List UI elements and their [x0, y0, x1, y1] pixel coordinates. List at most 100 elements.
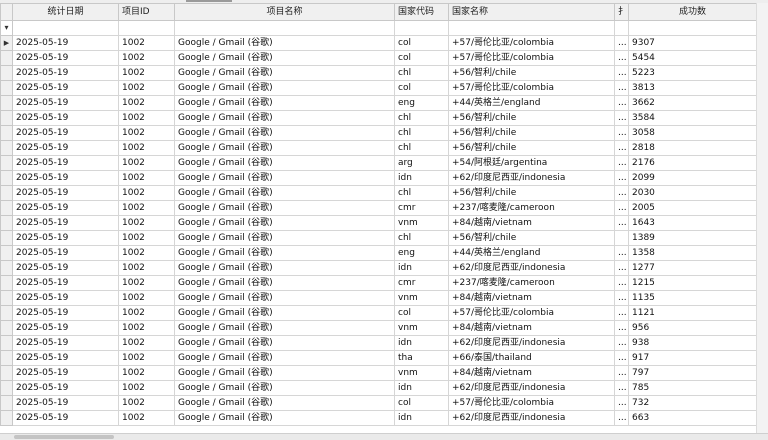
current-row-arrow-icon[interactable]: ▶: [0, 35, 13, 51]
row-indicator[interactable]: [0, 380, 13, 396]
cell-country-name[interactable]: +62/印度尼西亚/indonesia: [448, 335, 615, 351]
table-row[interactable]: 2025-05-19 1002 Google / Gmail (谷歌) chl +56/…: [0, 185, 757, 201]
cell-date[interactable]: 2025-05-19: [12, 200, 119, 216]
row-indicator[interactable]: [0, 260, 13, 276]
row-indicator[interactable]: [0, 410, 13, 426]
filter-cell-project-name[interactable]: [174, 20, 395, 36]
row-indicator[interactable]: [0, 230, 13, 246]
cell-country-code[interactable]: vnm: [394, 215, 449, 231]
table-row[interactable]: 2025-05-19 1002 Google / Gmail (谷歌) col +57/…: [0, 395, 757, 411]
cell-project-id[interactable]: 1002: [118, 95, 175, 111]
row-indicator[interactable]: [0, 125, 13, 141]
cell-project-name[interactable]: Google / Gmail (谷歌): [174, 125, 395, 141]
cell-project-name[interactable]: Google / Gmail (谷歌): [174, 155, 395, 171]
cell-country-name[interactable]: +57/哥伦比亚/colombia: [448, 395, 615, 411]
column-header-success-count[interactable]: 成功数: [628, 3, 757, 21]
cell-success-count[interactable]: 663: [628, 410, 757, 426]
table-row[interactable]: 2025-05-19 1002 Google / Gmail (谷歌) chl +56/…: [0, 65, 757, 81]
cell-country-code[interactable]: arg: [394, 155, 449, 171]
table-row[interactable]: 2025-05-19 1002 Google / Gmail (谷歌) cmr +237…: [0, 200, 757, 216]
cell-country-name[interactable]: +84/越南/vietnam: [448, 215, 615, 231]
filter-cell-country-name[interactable]: [448, 20, 615, 36]
cell-project-name[interactable]: Google / Gmail (谷歌): [174, 290, 395, 306]
cell-project-name[interactable]: Google / Gmail (谷歌): [174, 65, 395, 81]
row-indicator[interactable]: [0, 275, 13, 291]
row-indicator[interactable]: [0, 290, 13, 306]
row-indicator[interactable]: [0, 335, 13, 351]
cell-date[interactable]: 2025-05-19: [12, 320, 119, 336]
cell-success-count[interactable]: 956: [628, 320, 757, 336]
cell-country-name[interactable]: +62/印度尼西亚/indonesia: [448, 380, 615, 396]
cell-extra[interactable]: ...: [614, 305, 629, 321]
table-row[interactable]: 2025-05-19 1002 Google / Gmail (谷歌) idn +62/…: [0, 260, 757, 276]
cell-project-id[interactable]: 1002: [118, 410, 175, 426]
cell-country-name[interactable]: +84/越南/vietnam: [448, 290, 615, 306]
cell-extra[interactable]: ...: [614, 215, 629, 231]
cell-project-id[interactable]: 1002: [118, 230, 175, 246]
cell-project-id[interactable]: 1002: [118, 215, 175, 231]
row-indicator[interactable]: [0, 215, 13, 231]
cell-project-id[interactable]: 1002: [118, 125, 175, 141]
cell-project-id[interactable]: 1002: [118, 140, 175, 156]
cell-project-name[interactable]: Google / Gmail (谷歌): [174, 50, 395, 66]
cell-project-id[interactable]: 1002: [118, 305, 175, 321]
cell-extra[interactable]: ...: [614, 50, 629, 66]
table-row[interactable]: 2025-05-19 1002 Google / Gmail (谷歌) eng +44/…: [0, 95, 757, 111]
cell-extra[interactable]: ...: [614, 350, 629, 366]
cell-country-name[interactable]: +56/智利/chile: [448, 140, 615, 156]
row-indicator[interactable]: [0, 155, 13, 171]
cell-project-name[interactable]: Google / Gmail (谷歌): [174, 80, 395, 96]
cell-country-name[interactable]: +54/阿根廷/argentina: [448, 155, 615, 171]
column-header-country-code[interactable]: 国家代码: [394, 3, 449, 21]
cell-date[interactable]: 2025-05-19: [12, 260, 119, 276]
cell-extra[interactable]: ...: [614, 80, 629, 96]
cell-country-name[interactable]: +57/哥伦比亚/colombia: [448, 305, 615, 321]
cell-date[interactable]: 2025-05-19: [12, 125, 119, 141]
cell-success-count[interactable]: 3584: [628, 110, 757, 126]
cell-project-id[interactable]: 1002: [118, 335, 175, 351]
cell-project-name[interactable]: Google / Gmail (谷歌): [174, 185, 395, 201]
cell-country-code[interactable]: tha: [394, 350, 449, 366]
cell-country-name[interactable]: +237/喀麦隆/cameroon: [448, 200, 615, 216]
cell-country-code[interactable]: cmr: [394, 275, 449, 291]
row-indicator[interactable]: [0, 65, 13, 81]
cell-success-count[interactable]: 1215: [628, 275, 757, 291]
row-indicator[interactable]: [0, 305, 13, 321]
row-indicator[interactable]: [0, 185, 13, 201]
cell-project-id[interactable]: 1002: [118, 185, 175, 201]
cell-country-code[interactable]: col: [394, 50, 449, 66]
cell-country-code[interactable]: vnm: [394, 365, 449, 381]
cell-country-name[interactable]: +84/越南/vietnam: [448, 320, 615, 336]
cell-date[interactable]: 2025-05-19: [12, 65, 119, 81]
cell-country-code[interactable]: chl: [394, 140, 449, 156]
column-header-date[interactable]: 统计日期: [12, 3, 119, 21]
cell-success-count[interactable]: 1121: [628, 305, 757, 321]
cell-country-code[interactable]: chl: [394, 125, 449, 141]
row-indicator[interactable]: [0, 140, 13, 156]
column-header-project-name[interactable]: 项目名称: [174, 3, 395, 21]
row-header-corner[interactable]: [0, 3, 13, 21]
cell-success-count[interactable]: 1277: [628, 260, 757, 276]
cell-success-count[interactable]: 785: [628, 380, 757, 396]
cell-country-name[interactable]: +57/哥伦比亚/colombia: [448, 50, 615, 66]
table-row[interactable]: 2025-05-19 1002 Google / Gmail (谷歌) col +57/…: [0, 80, 757, 96]
cell-project-name[interactable]: Google / Gmail (谷歌): [174, 200, 395, 216]
cell-country-code[interactable]: chl: [394, 185, 449, 201]
cell-date[interactable]: 2025-05-19: [12, 290, 119, 306]
cell-country-code[interactable]: idn: [394, 335, 449, 351]
cell-success-count[interactable]: 3058: [628, 125, 757, 141]
cell-project-name[interactable]: Google / Gmail (谷歌): [174, 380, 395, 396]
cell-date[interactable]: 2025-05-19: [12, 80, 119, 96]
cell-success-count[interactable]: 1358: [628, 245, 757, 261]
cell-success-count[interactable]: 2030: [628, 185, 757, 201]
cell-project-id[interactable]: 1002: [118, 320, 175, 336]
cell-project-name[interactable]: Google / Gmail (谷歌): [174, 410, 395, 426]
cell-success-count[interactable]: 2818: [628, 140, 757, 156]
column-header-extra[interactable]: 扌: [614, 3, 629, 21]
row-indicator[interactable]: [0, 350, 13, 366]
table-row[interactable]: 2025-05-19 1002 Google / Gmail (谷歌) arg +54/…: [0, 155, 757, 171]
cell-date[interactable]: 2025-05-19: [12, 50, 119, 66]
cell-country-code[interactable]: vnm: [394, 290, 449, 306]
cell-project-id[interactable]: 1002: [118, 155, 175, 171]
cell-extra[interactable]: ...: [614, 185, 629, 201]
